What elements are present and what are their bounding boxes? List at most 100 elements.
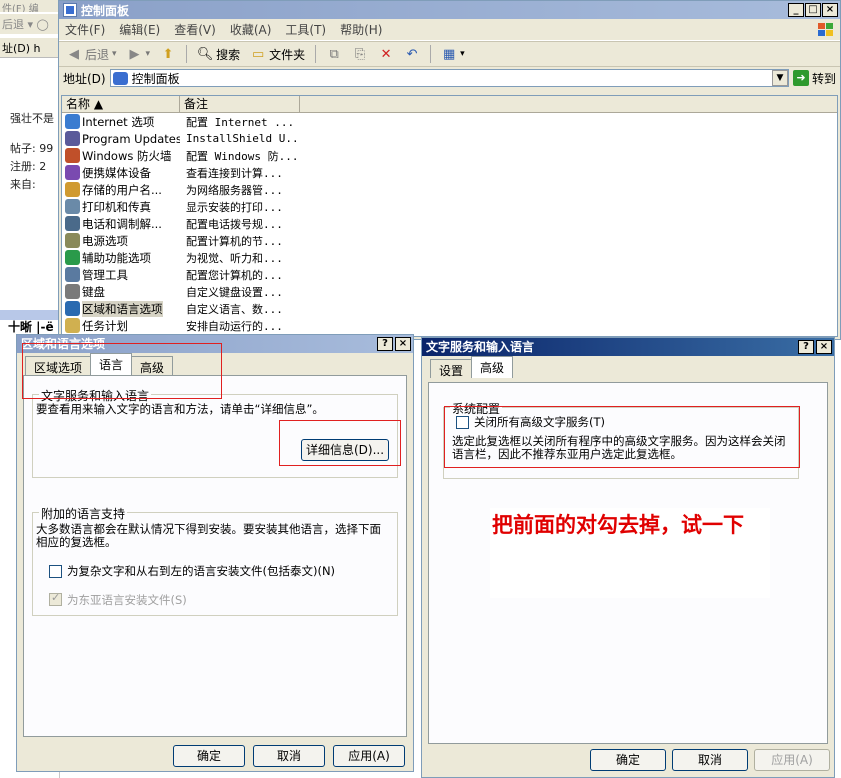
menu-view[interactable]: 查看(V) — [174, 21, 216, 38]
background-separator: 十晰 |-ë — [8, 320, 54, 334]
ok-button[interactable]: 确定 — [590, 749, 666, 771]
toolbar-separator — [430, 45, 432, 63]
list-item[interactable]: 存储的用户名... 为网络服务器管... — [62, 181, 837, 198]
list-item[interactable]: Windows 防火墙 配置 Windows 防... — [62, 147, 837, 164]
list-item-note: 为网络服务器管... — [186, 183, 283, 197]
undo-button[interactable]: ↶ — [401, 43, 423, 65]
menu-file[interactable]: 文件(F) — [65, 21, 105, 38]
control-panel-list[interactable]: 名称 ▲ 备注 Internet 选项 配置 Internet ... Progra… — [61, 95, 838, 337]
complex-script-label: 为复杂文字和从右到左的语言安装文件(包括泰文)(N) — [67, 564, 336, 578]
background-snippet: 强壮不是 — [10, 112, 54, 125]
list-item-note: 安排自动运行的... — [186, 319, 283, 333]
menu-favorites[interactable]: 收藏(A) — [230, 21, 272, 38]
help-button[interactable]: ? — [798, 340, 814, 354]
list-item-note: 配置电话拨号规... — [186, 217, 283, 231]
copy-to-button[interactable]: ⎘ — [349, 43, 371, 65]
address-input[interactable]: 控制面板 ▼ — [109, 69, 789, 87]
text-services-tabs: 设置 高级 — [422, 356, 834, 378]
search-icon: 🔍︎ — [196, 46, 214, 62]
up-folder-button[interactable]: ⬆ — [157, 43, 179, 65]
dialog-close-button[interactable]: × — [395, 337, 411, 351]
list-item-name: 区域和语言选项 — [82, 300, 163, 317]
east-asian-checkbox[interactable] — [49, 591, 62, 606]
control-panel-titlebar[interactable]: 控制面板 _ □ × — [59, 1, 840, 19]
apply-button[interactable]: 应用(A) — [754, 749, 830, 771]
list-item-name: 键盘 — [82, 284, 105, 299]
list-item-note: 查看连接到计算... — [186, 166, 283, 180]
list-item-name: Windows 防火墙 — [82, 148, 172, 163]
move-to-icon: ⧉ — [329, 46, 339, 62]
search-button[interactable]: 🔍︎ 搜索 — [194, 43, 243, 65]
toolbar-separator — [315, 45, 317, 63]
list-item-name: 打印机和传真 — [82, 199, 151, 214]
list-item[interactable]: Program Updates InstallShield U... — [62, 130, 837, 147]
supplemental-description: 大多数语言都会在默认情况下得到安装。要安装其他语言，选择下面相应的复选框。 — [36, 522, 381, 549]
list-item[interactable]: 电源选项 配置计算机的节... — [62, 232, 837, 249]
list-item[interactable]: 任务计划 安排自动运行的... — [62, 317, 837, 334]
menu-tools[interactable]: 工具(T) — [285, 21, 326, 38]
move-to-button[interactable]: ⧉ — [323, 43, 345, 65]
list-item-name: 便携媒体设备 — [82, 165, 151, 180]
tab-settings[interactable]: 设置 — [430, 359, 473, 378]
accessibility-icon — [65, 250, 80, 265]
control-panel-icon — [63, 3, 77, 17]
minimize-button[interactable]: _ — [788, 3, 804, 17]
list-item[interactable]: 辅助功能选项 为视觉、听力和... — [62, 249, 837, 266]
apply-button[interactable]: 应用(A) — [333, 745, 405, 767]
list-item[interactable]: 电话和调制解... 配置电话拨号规... — [62, 215, 837, 232]
tab-languages[interactable]: 语言 — [90, 353, 133, 375]
address-dropdown-icon[interactable]: ▼ — [771, 70, 788, 86]
tab-advanced[interactable]: 高级 — [471, 356, 514, 378]
list-item-note: 为视觉、听力和... — [186, 251, 283, 265]
list-item[interactable]: 便携媒体设备 查看连接到计算... — [62, 164, 837, 181]
cancel-button[interactable]: 取消 — [253, 745, 325, 767]
column-name[interactable]: 名称 ▲ — [62, 96, 180, 112]
views-button[interactable]: ▦ ▾ — [438, 43, 468, 65]
forward-arrow-icon: ▶ — [129, 46, 140, 62]
forward-button[interactable]: ▶ ▾ — [124, 43, 154, 65]
list-item-note: 配置 Windows 防... — [186, 149, 299, 163]
media-device-icon — [65, 165, 80, 180]
close-button[interactable]: × — [822, 3, 838, 17]
undo-icon: ↶ — [406, 46, 418, 62]
menu-help[interactable]: 帮助(H) — [340, 21, 382, 38]
list-item-name-cell: Internet 选项 — [62, 114, 180, 130]
back-button[interactable]: ◀ 后退 ▾ — [63, 43, 120, 65]
internet-icon — [65, 114, 80, 129]
list-item-name: 电源选项 — [82, 233, 128, 248]
list-item[interactable]: 区域和语言选项 自定义语言、数... — [62, 300, 837, 317]
printer-icon — [65, 199, 80, 214]
list-item-name-cell: 电源选项 — [62, 233, 180, 249]
maximize-button[interactable]: □ — [805, 3, 821, 17]
control-panel-small-icon — [112, 71, 128, 85]
list-item[interactable]: 键盘 自定义键盘设置... — [62, 283, 837, 300]
list-item[interactable]: 管理工具 配置您计算机的... — [62, 266, 837, 283]
list-item-note: 显示安装的打印... — [186, 200, 283, 214]
list-item-name-cell: 区域和语言选项 — [62, 300, 180, 317]
cancel-button[interactable]: 取消 — [672, 749, 748, 771]
ok-button[interactable]: 确定 — [173, 745, 245, 767]
list-item[interactable]: Internet 选项 配置 Internet ... — [62, 113, 837, 130]
list-item-name-cell: 打印机和传真 — [62, 199, 180, 215]
background-toolbar: 后退 ▾ ◯ — [0, 14, 60, 34]
highlight-system-config-box — [444, 406, 800, 468]
views-grid-icon: ▦ — [442, 46, 456, 62]
text-services-titlebar[interactable]: 文字服务和输入语言 ? × — [422, 338, 834, 356]
list-item[interactable]: 打印机和传真 显示安装的打印... — [62, 198, 837, 215]
background-menu: 件(F) 编 — [0, 0, 60, 12]
complex-script-checkbox[interactable] — [49, 565, 62, 578]
dialog-close-button[interactable]: × — [816, 340, 832, 354]
help-button[interactable]: ? — [377, 337, 393, 351]
regional-language-dialog: 区域和语言选项 ? × 区域选项 语言 高级 文字服务和输入语言 要查看用来输入… — [16, 334, 414, 772]
menu-edit[interactable]: 编辑(E) — [119, 21, 160, 38]
go-button[interactable]: ➜ 转到 — [792, 70, 840, 87]
background-address: 址(D) h — [0, 38, 60, 58]
annotation-note: 把前面的对勾去掉，试一下 — [490, 508, 770, 598]
windows-logo-icon — [818, 23, 833, 36]
delete-button[interactable]: ✕ — [375, 43, 397, 65]
address-bar: 地址(D) 控制面板 ▼ ➜ 转到 — [59, 67, 840, 89]
globe-icon — [65, 301, 80, 316]
folders-button[interactable]: ▭ 文件夹 — [247, 43, 308, 65]
column-note[interactable]: 备注 — [180, 96, 300, 112]
list-item-note: 自定义键盘设置... — [186, 285, 283, 299]
